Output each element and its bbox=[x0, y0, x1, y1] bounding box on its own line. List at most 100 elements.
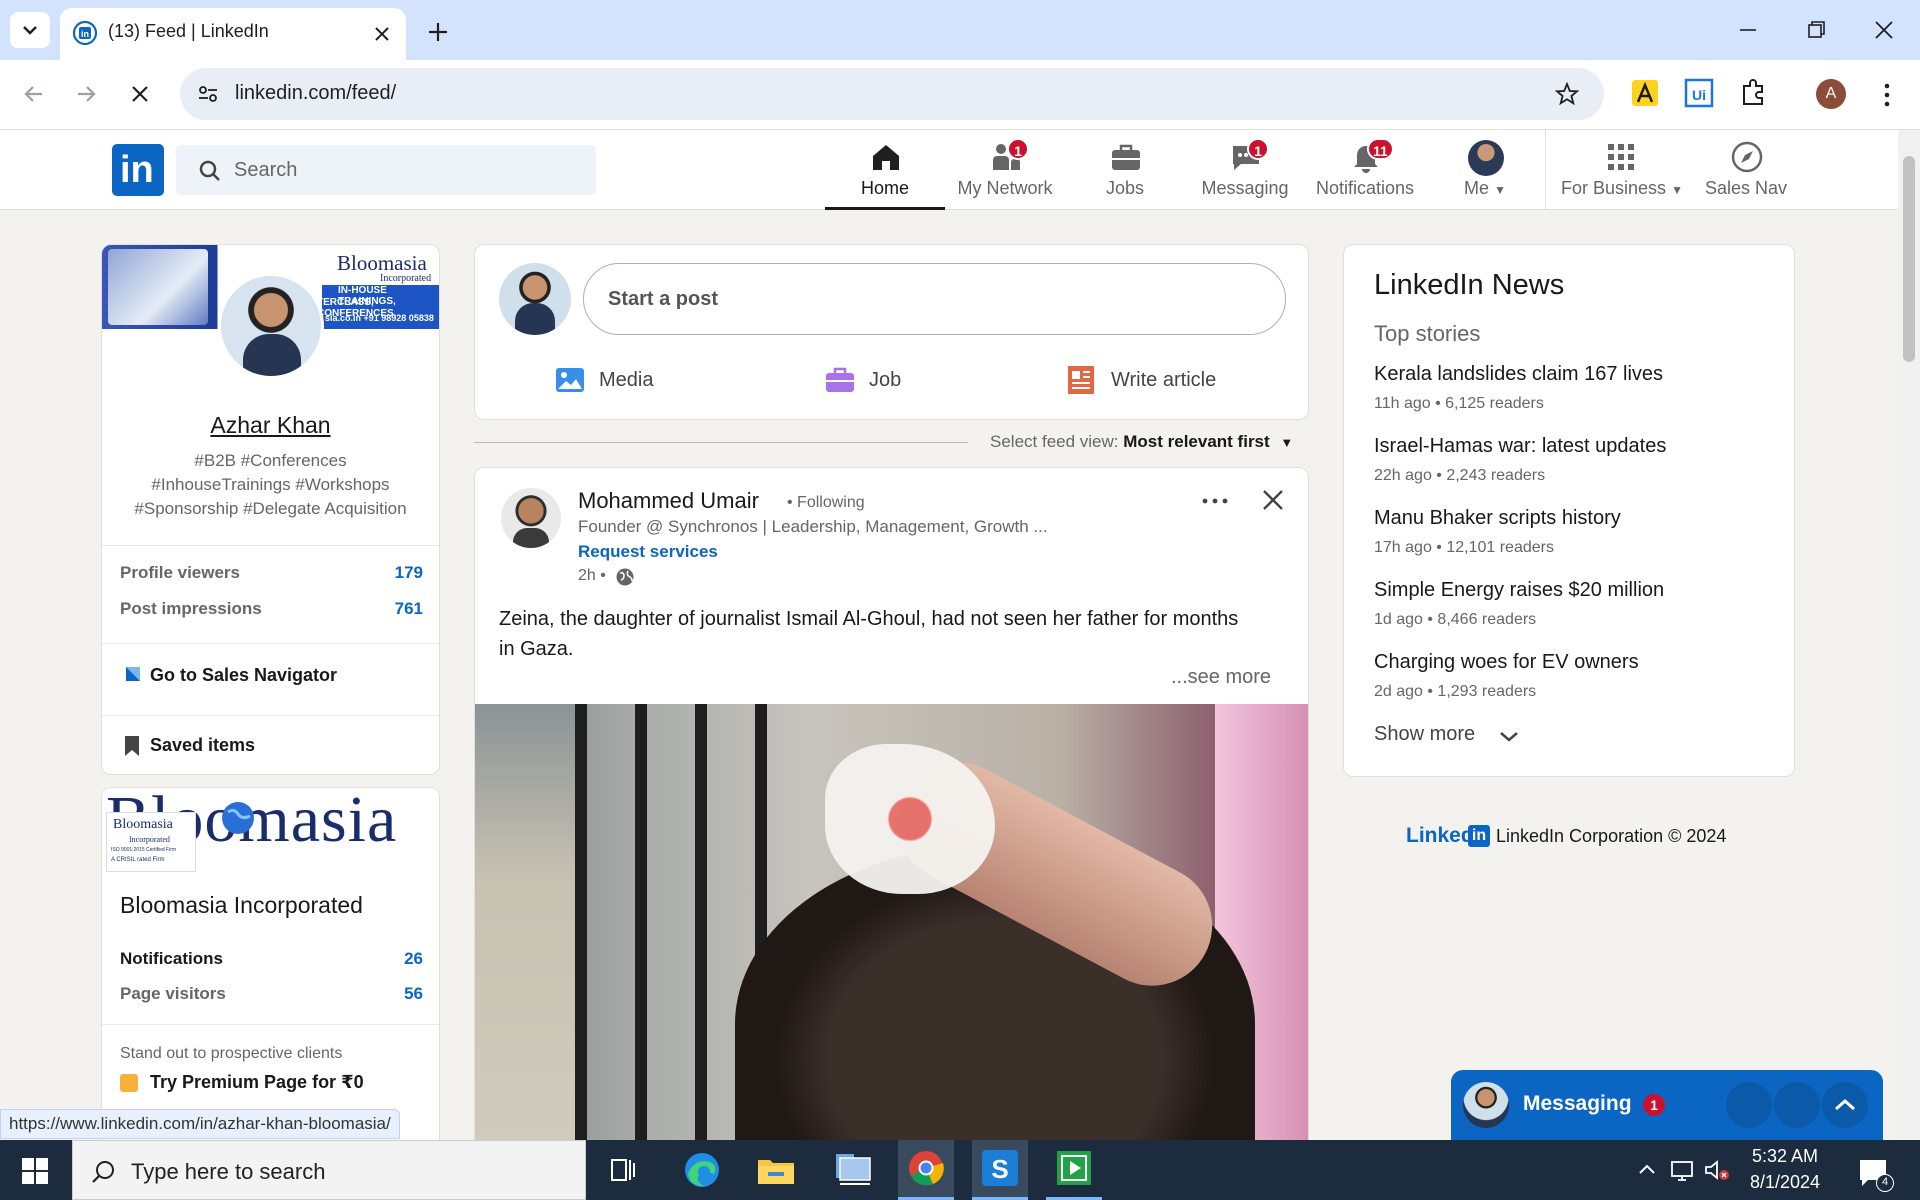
news-item[interactable]: Manu Bhaker scripts history 17h ago • 12… bbox=[1374, 507, 1774, 567]
taskbar-media-app[interactable] bbox=[1046, 1140, 1102, 1200]
saved-items-link[interactable]: Saved items bbox=[102, 725, 439, 765]
extensions-button[interactable] bbox=[1736, 76, 1770, 110]
page-scrollbar[interactable] bbox=[1898, 130, 1920, 1140]
messaging-expand-button[interactable] bbox=[1822, 1082, 1868, 1128]
post-dismiss-button[interactable] bbox=[1255, 482, 1291, 518]
tab-close-button[interactable] bbox=[370, 22, 394, 46]
job-label: Job bbox=[869, 369, 902, 391]
news-item[interactable]: Charging woes for EV owners 2d ago • 1,2… bbox=[1374, 651, 1774, 711]
avatar-suit bbox=[243, 334, 301, 376]
try-premium-page-link[interactable]: Try Premium Page for ₹0 bbox=[120, 1072, 420, 1096]
star-icon[interactable] bbox=[1554, 81, 1580, 107]
start-button[interactable] bbox=[0, 1140, 70, 1200]
profile-viewers-row[interactable]: Profile viewers 179 bbox=[102, 563, 439, 589]
post-impressions-row[interactable]: Post impressions 761 bbox=[102, 599, 439, 625]
window-minimize-button[interactable] bbox=[1728, 10, 1768, 50]
divider bbox=[102, 545, 439, 546]
linkedin-logo[interactable]: in bbox=[112, 144, 164, 196]
news-item[interactable]: Israel-Hamas war: latest updates 22h ago… bbox=[1374, 435, 1774, 495]
address-bar[interactable]: linkedin.com/feed/ bbox=[180, 68, 1604, 120]
close-icon bbox=[1263, 490, 1283, 510]
tray-network-icon[interactable] bbox=[1668, 1156, 1698, 1184]
status-url-text: https://www.linkedin.com/in/azhar-khan-b… bbox=[9, 1114, 391, 1133]
taskbar-chrome[interactable] bbox=[898, 1140, 954, 1200]
nav-me[interactable]: Me ▼ bbox=[1425, 130, 1545, 210]
write-article-button[interactable]: Write article bbox=[1067, 357, 1267, 403]
news-show-more-button[interactable]: Show more bbox=[1374, 723, 1534, 753]
company-banner[interactable]: Bloomasia Bloomasia Incorporated ISO 900… bbox=[102, 788, 439, 872]
uipath-extension-button[interactable]: Ui bbox=[1682, 76, 1716, 110]
tray-date[interactable]: 8/1/2024 bbox=[1750, 1172, 1820, 1193]
feed-sort-label: Select feed view: bbox=[990, 432, 1119, 451]
feed-sort-dropdown[interactable]: Select feed view: Most relevant first ▼ bbox=[990, 432, 1310, 456]
messaging-compose-button[interactable] bbox=[1774, 1082, 1820, 1128]
scrollbar-thumb[interactable] bbox=[1903, 156, 1915, 362]
post-image[interactable] bbox=[475, 704, 1308, 1140]
taskbar-edge[interactable] bbox=[674, 1146, 730, 1194]
notification-count: 4 bbox=[1876, 1174, 1894, 1192]
nav-my-network[interactable]: 1 My Network bbox=[945, 130, 1065, 210]
company-notifications-row[interactable]: Notifications 26 bbox=[102, 949, 439, 975]
news-item[interactable]: Simple Energy raises $20 million 1d ago … bbox=[1374, 579, 1774, 639]
briefcase-icon bbox=[1112, 144, 1140, 170]
minimize-icon bbox=[1740, 29, 1756, 31]
news-headline: Charging woes for EV owners bbox=[1374, 651, 1639, 673]
nav-notifications[interactable]: 11 Notifications bbox=[1305, 130, 1425, 210]
search-input[interactable]: Search bbox=[176, 145, 596, 195]
company-logo-small-sub: Incorporated bbox=[129, 835, 170, 844]
post-more-options-button[interactable] bbox=[1197, 484, 1233, 518]
taskbar-file-explorer[interactable] bbox=[748, 1146, 804, 1194]
profile-avatar[interactable] bbox=[218, 273, 324, 379]
job-button[interactable]: Job bbox=[825, 357, 945, 403]
messaging-more-button[interactable] bbox=[1726, 1082, 1772, 1128]
taskbar-skype-app[interactable]: S bbox=[972, 1140, 1028, 1200]
nav-jobs[interactable]: Jobs bbox=[1065, 130, 1185, 210]
stop-loading-button[interactable] bbox=[120, 74, 160, 114]
nav-messaging[interactable]: 1 Messaging bbox=[1185, 130, 1305, 210]
caret-down-icon: ▼ bbox=[1494, 183, 1506, 197]
news-headline: Kerala landslides claim 167 lives bbox=[1374, 363, 1664, 385]
task-view-button[interactable] bbox=[602, 1150, 644, 1190]
taskbar-app-network[interactable] bbox=[824, 1146, 880, 1194]
company-name[interactable]: Bloomasia Incorporated bbox=[120, 892, 363, 919]
profile-button[interactable]: A bbox=[1816, 79, 1846, 109]
arrow-left-icon bbox=[24, 86, 42, 102]
svg-text:Ui: Ui bbox=[1692, 87, 1706, 103]
company-page-visitors-row[interactable]: Page visitors 56 bbox=[102, 984, 439, 1010]
tray-overflow-button[interactable] bbox=[1634, 1156, 1660, 1184]
nav-home[interactable]: Home bbox=[825, 130, 945, 210]
start-post-input[interactable]: Start a post bbox=[583, 263, 1286, 335]
news-item[interactable]: Kerala landslides claim 167 lives 11h ag… bbox=[1374, 363, 1774, 423]
browser-menu-button[interactable] bbox=[1872, 78, 1902, 112]
news-subtitle: Top stories bbox=[1374, 321, 1481, 346]
post-author-name[interactable]: Mohammed Umair bbox=[578, 488, 759, 514]
go-to-sales-navigator-link[interactable]: Go to Sales Navigator bbox=[102, 655, 439, 695]
news-headline: Manu Bhaker scripts history bbox=[1374, 507, 1621, 529]
tray-time[interactable]: 5:32 AM bbox=[1752, 1146, 1818, 1167]
nav-sales-nav[interactable]: Sales Nav bbox=[1686, 130, 1806, 210]
nav-for-business[interactable]: For Business ▼ bbox=[1560, 130, 1684, 210]
back-button[interactable] bbox=[14, 74, 54, 114]
taskbar-search-input[interactable]: Type here to search bbox=[72, 1140, 586, 1200]
post-author-avatar[interactable] bbox=[501, 488, 561, 548]
linkedin-news-card: LinkedIn News Top stories Kerala landsli… bbox=[1343, 244, 1795, 777]
profile-name[interactable]: Azhar Khan bbox=[102, 412, 439, 439]
composer-avatar[interactable] bbox=[499, 263, 571, 335]
news-meta: 17h ago • 12,101 readers bbox=[1374, 539, 1554, 556]
see-more-link[interactable]: ...see more bbox=[1171, 666, 1271, 689]
nav-divider bbox=[1545, 130, 1546, 210]
extension-button[interactable] bbox=[1628, 76, 1662, 110]
window-close-button[interactable] bbox=[1864, 10, 1904, 50]
tab-search-button[interactable] bbox=[10, 12, 50, 48]
chevron-up-icon bbox=[1835, 1098, 1855, 1111]
new-tab-button[interactable] bbox=[422, 16, 454, 48]
tray-volume-icon[interactable] bbox=[1702, 1156, 1732, 1184]
window-restore-button[interactable] bbox=[1796, 10, 1836, 50]
messaging-overlay[interactable]: Messaging 1 bbox=[1451, 1070, 1883, 1140]
close-icon bbox=[375, 27, 389, 41]
request-services-link[interactable]: Request services bbox=[578, 542, 718, 562]
forward-button[interactable] bbox=[66, 74, 106, 114]
media-button[interactable]: Media bbox=[555, 357, 695, 403]
action-center-button[interactable]: 4 bbox=[1854, 1152, 1894, 1192]
nav-me-label: Me ▼ bbox=[1425, 178, 1545, 199]
